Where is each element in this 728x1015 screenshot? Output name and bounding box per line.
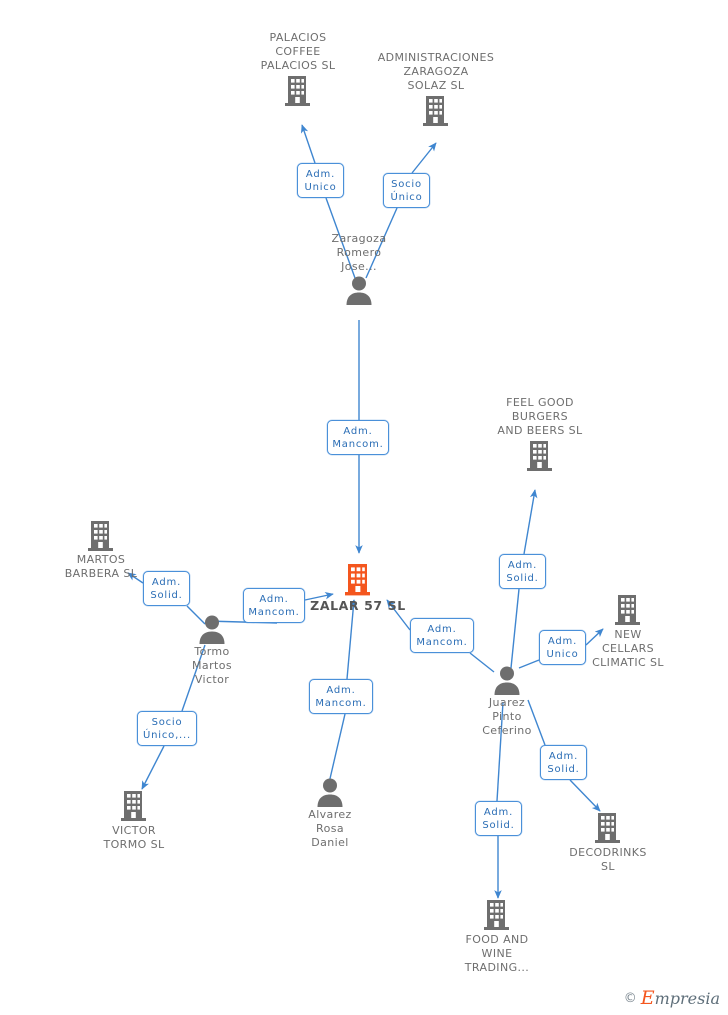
- relation-label-adm-mancom-alvarez-zalar[interactable]: Adm. Mancom.: [309, 679, 373, 714]
- person-icon: [289, 275, 429, 305]
- node-administraciones-zaragoza-solaz[interactable]: ADMINISTRACIONES ZARAGOZA SOLAZ SL: [366, 51, 506, 128]
- network-diagram-canvas: PALACIOS COFFEE PALACIOS SL ADMINISTRACI…: [0, 0, 728, 1015]
- relation-label-adm-mancom-zaragoza-zalar[interactable]: Adm. Mancom.: [327, 420, 389, 455]
- building-icon: [538, 811, 678, 845]
- relation-label-adm-unico-juarez-newcellars[interactable]: Adm. Unico: [539, 630, 586, 665]
- edge-advice-1-to-palacios: [300, 124, 316, 164]
- person-icon: [260, 777, 400, 807]
- node-label: Zaragoza Romero Jose...: [331, 232, 387, 273]
- copyright-icon: ©: [623, 990, 637, 1006]
- node-zaragoza-romero-jose[interactable]: Zaragoza Romero Jose...: [289, 232, 429, 305]
- node-alvarez-rosa-daniel[interactable]: Alvarez Rosa Daniel: [260, 777, 400, 850]
- relation-label-adm-solid-juarez-feelgood[interactable]: Adm. Solid.: [499, 554, 546, 589]
- relation-label-adm-mancom-tormo-zalar[interactable]: Adm. Mancom.: [243, 588, 305, 623]
- building-icon: [31, 519, 171, 553]
- node-victor-tormo[interactable]: VICTOR TORMO SL: [64, 789, 204, 852]
- node-palacios[interactable]: PALACIOS COFFEE PALACIOS SL: [228, 31, 368, 108]
- brand-initial: E: [640, 987, 655, 1009]
- relation-label-socio-unico-victor-tormo[interactable]: Socio Único,...: [137, 711, 197, 746]
- node-label: ADMINISTRACIONES ZARAGOZA SOLAZ SL: [377, 51, 495, 92]
- node-label: PALACIOS COFFEE PALACIOS SL: [260, 31, 336, 72]
- node-label: ZALAR 57 SL: [310, 598, 406, 613]
- node-label: VICTOR TORMO SL: [103, 824, 165, 851]
- relation-label-adm-unico-palacios[interactable]: Adm. Unico: [297, 163, 344, 198]
- relation-label-adm-mancom-juarez-zalar[interactable]: Adm. Mancom.: [410, 618, 474, 653]
- relation-label-socio-unico-administraciones[interactable]: Socio Único: [383, 173, 430, 208]
- edge-advice-9-to-feelgood: [523, 489, 538, 555]
- node-zalar-57-sl[interactable]: ZALAR 57 SL: [288, 562, 428, 613]
- building-icon-highlight: [288, 562, 428, 598]
- building-icon: [366, 94, 506, 128]
- relation-label-adm-solid-tormo-martos[interactable]: Adm. Solid.: [143, 571, 190, 606]
- node-label: FEEL GOOD BURGERS AND BEERS SL: [497, 396, 583, 437]
- watermark-empresia: © Empresia: [624, 987, 720, 1009]
- node-food-and-wine-trading[interactable]: FOOD AND WINE TRADING...: [427, 898, 567, 975]
- node-feel-good-burgers-and-beers[interactable]: FEEL GOOD BURGERS AND BEERS SL: [470, 396, 610, 473]
- building-icon: [228, 74, 368, 108]
- building-icon: [64, 789, 204, 823]
- brand-name: Empresia: [641, 987, 720, 1009]
- person-icon: [437, 665, 577, 695]
- building-icon: [427, 898, 567, 932]
- edge-advice-6-to-victortormo: [141, 745, 165, 790]
- node-label: Juarez Pinto Ceferino: [482, 696, 532, 737]
- edge-juarez-to-advice-9: [510, 588, 520, 669]
- brand-rest: mpresia: [654, 989, 720, 1008]
- node-label: Alvarez Rosa Daniel: [308, 808, 352, 849]
- node-juarez-pinto-ceferino[interactable]: Juarez Pinto Ceferino: [437, 665, 577, 738]
- node-label: DECODRINKS SL: [569, 846, 647, 873]
- building-icon: [558, 593, 698, 627]
- node-tormo-martos-victor[interactable]: Tormo Martos Victor: [142, 614, 282, 687]
- building-icon: [470, 439, 610, 473]
- node-decodrinks[interactable]: DECODRINKS SL: [538, 811, 678, 874]
- node-label: FOOD AND WINE TRADING...: [464, 933, 530, 974]
- relation-label-adm-solid-juarez-foodwine[interactable]: Adm. Solid.: [475, 801, 522, 836]
- edge-alvarez-to-advice-7: [328, 713, 346, 784]
- relation-label-adm-solid-juarez-decodrinks[interactable]: Adm. Solid.: [540, 745, 587, 780]
- edge-advice-11-to-decodrinks: [569, 779, 601, 812]
- node-label: Tormo Martos Victor: [192, 645, 232, 686]
- edge-advice-2-to-administraciones: [411, 142, 437, 174]
